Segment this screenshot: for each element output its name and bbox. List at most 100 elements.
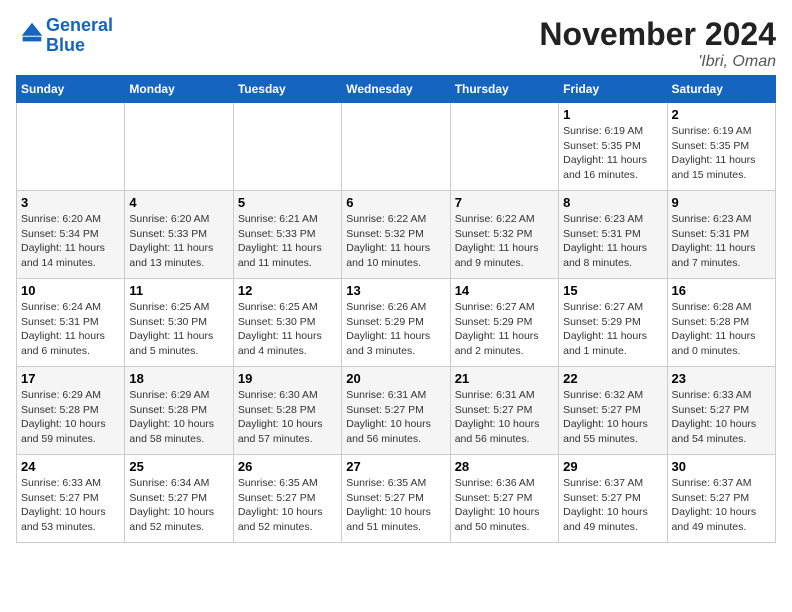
week-row-5: 24Sunrise: 6:33 AM Sunset: 5:27 PM Dayli… xyxy=(17,455,776,543)
title-area: November 2024 'Ibri, Oman xyxy=(539,16,776,71)
calendar-cell xyxy=(233,103,341,191)
day-info: Sunrise: 6:25 AM Sunset: 5:30 PM Dayligh… xyxy=(238,300,337,359)
month-title: November 2024 xyxy=(539,16,776,53)
day-info: Sunrise: 6:32 AM Sunset: 5:27 PM Dayligh… xyxy=(563,388,662,447)
day-number: 22 xyxy=(563,371,662,386)
day-number: 29 xyxy=(563,459,662,474)
day-info: Sunrise: 6:35 AM Sunset: 5:27 PM Dayligh… xyxy=(238,476,337,535)
day-number: 30 xyxy=(672,459,771,474)
day-info: Sunrise: 6:21 AM Sunset: 5:33 PM Dayligh… xyxy=(238,212,337,271)
day-number: 15 xyxy=(563,283,662,298)
day-info: Sunrise: 6:31 AM Sunset: 5:27 PM Dayligh… xyxy=(346,388,445,447)
day-number: 17 xyxy=(21,371,120,386)
day-info: Sunrise: 6:36 AM Sunset: 5:27 PM Dayligh… xyxy=(455,476,554,535)
calendar-cell xyxy=(17,103,125,191)
day-number: 9 xyxy=(672,195,771,210)
day-info: Sunrise: 6:33 AM Sunset: 5:27 PM Dayligh… xyxy=(672,388,771,447)
day-info: Sunrise: 6:37 AM Sunset: 5:27 PM Dayligh… xyxy=(563,476,662,535)
day-info: Sunrise: 6:29 AM Sunset: 5:28 PM Dayligh… xyxy=(21,388,120,447)
calendar-cell: 26 Sunrise: 6:35 AM Sunset: 5:27 PM Dayli… xyxy=(233,455,341,543)
day-info: Sunrise: 6:22 AM Sunset: 5:32 PM Dayligh… xyxy=(455,212,554,271)
day-header-sunday: Sunday xyxy=(17,76,125,103)
day-number: 27 xyxy=(346,459,445,474)
calendar-cell: 29 Sunrise: 6:37 AM Sunset: 5:27 PM Dayli… xyxy=(559,455,667,543)
calendar-cell: 13 Sunrise: 6:26 AM Sunset: 5:29 PM Dayli… xyxy=(342,279,450,367)
day-number: 7 xyxy=(455,195,554,210)
logo-line2: Blue xyxy=(46,35,85,55)
calendar-cell: 25 Sunrise: 6:34 AM Sunset: 5:27 PM Dayli… xyxy=(125,455,233,543)
calendar-cell: 22 Sunrise: 6:32 AM Sunset: 5:27 PM Dayli… xyxy=(559,367,667,455)
day-number: 21 xyxy=(455,371,554,386)
day-number: 26 xyxy=(238,459,337,474)
day-info: Sunrise: 6:19 AM Sunset: 5:35 PM Dayligh… xyxy=(563,124,662,183)
calendar-cell: 1 Sunrise: 6:19 AM Sunset: 5:35 PM Daylig… xyxy=(559,103,667,191)
calendar-cell: 17 Sunrise: 6:29 AM Sunset: 5:28 PM Dayli… xyxy=(17,367,125,455)
week-row-4: 17 Sunrise: 6:29 AM Sunset: 5:28 PM Dayli… xyxy=(17,367,776,455)
calendar-cell: 3Sunrise: 6:20 AM Sunset: 5:34 PM Daylig… xyxy=(17,191,125,279)
day-info: Sunrise: 6:24 AM Sunset: 5:31 PM Dayligh… xyxy=(21,300,120,359)
page-header: General Blue November 2024 'Ibri, Oman xyxy=(16,16,776,71)
day-number: 1 xyxy=(563,107,662,122)
calendar-cell xyxy=(450,103,558,191)
calendar-cell: 19Sunrise: 6:30 AM Sunset: 5:28 PM Dayli… xyxy=(233,367,341,455)
calendar-cell: 6 Sunrise: 6:22 AM Sunset: 5:32 PM Daylig… xyxy=(342,191,450,279)
day-info: Sunrise: 6:20 AM Sunset: 5:33 PM Dayligh… xyxy=(129,212,228,271)
day-info: Sunrise: 6:29 AM Sunset: 5:28 PM Dayligh… xyxy=(129,388,228,447)
day-info: Sunrise: 6:31 AM Sunset: 5:27 PM Dayligh… xyxy=(455,388,554,447)
calendar-cell: 27 Sunrise: 6:35 AM Sunset: 5:27 PM Dayli… xyxy=(342,455,450,543)
day-info: Sunrise: 6:34 AM Sunset: 5:27 PM Dayligh… xyxy=(129,476,228,535)
day-number: 6 xyxy=(346,195,445,210)
day-number: 14 xyxy=(455,283,554,298)
day-info: Sunrise: 6:28 AM Sunset: 5:28 PM Dayligh… xyxy=(672,300,771,359)
calendar-cell: 12Sunrise: 6:25 AM Sunset: 5:30 PM Dayli… xyxy=(233,279,341,367)
week-row-3: 10 Sunrise: 6:24 AM Sunset: 5:31 PM Dayli… xyxy=(17,279,776,367)
day-number: 2 xyxy=(672,107,771,122)
day-number: 24 xyxy=(21,459,120,474)
day-info: Sunrise: 6:27 AM Sunset: 5:29 PM Dayligh… xyxy=(455,300,554,359)
day-info: Sunrise: 6:35 AM Sunset: 5:27 PM Dayligh… xyxy=(346,476,445,535)
logo-line1: General xyxy=(46,15,113,35)
week-row-2: 3Sunrise: 6:20 AM Sunset: 5:34 PM Daylig… xyxy=(17,191,776,279)
day-info: Sunrise: 6:25 AM Sunset: 5:30 PM Dayligh… xyxy=(129,300,228,359)
day-info: Sunrise: 6:19 AM Sunset: 5:35 PM Dayligh… xyxy=(672,124,771,183)
day-info: Sunrise: 6:22 AM Sunset: 5:32 PM Dayligh… xyxy=(346,212,445,271)
day-number: 20 xyxy=(346,371,445,386)
calendar-cell xyxy=(342,103,450,191)
day-info: Sunrise: 6:23 AM Sunset: 5:31 PM Dayligh… xyxy=(672,212,771,271)
calendar-cell: 10 Sunrise: 6:24 AM Sunset: 5:31 PM Dayli… xyxy=(17,279,125,367)
calendar-cell xyxy=(125,103,233,191)
calendar-cell: 15 Sunrise: 6:27 AM Sunset: 5:29 PM Dayli… xyxy=(559,279,667,367)
calendar-cell: 2 Sunrise: 6:19 AM Sunset: 5:35 PM Daylig… xyxy=(667,103,775,191)
calendar-cell: 18Sunrise: 6:29 AM Sunset: 5:28 PM Dayli… xyxy=(125,367,233,455)
day-header-wednesday: Wednesday xyxy=(342,76,450,103)
day-number: 8 xyxy=(563,195,662,210)
calendar-cell: 30 Sunrise: 6:37 AM Sunset: 5:27 PM Dayli… xyxy=(667,455,775,543)
calendar-cell: 20 Sunrise: 6:31 AM Sunset: 5:27 PM Dayli… xyxy=(342,367,450,455)
day-header-thursday: Thursday xyxy=(450,76,558,103)
logo-text: General Blue xyxy=(46,16,113,56)
day-info: Sunrise: 6:23 AM Sunset: 5:31 PM Dayligh… xyxy=(563,212,662,271)
day-number: 16 xyxy=(672,283,771,298)
day-number: 25 xyxy=(129,459,228,474)
day-info: Sunrise: 6:20 AM Sunset: 5:34 PM Dayligh… xyxy=(21,212,120,271)
day-number: 4 xyxy=(129,195,228,210)
logo-icon xyxy=(18,19,46,47)
day-number: 10 xyxy=(21,283,120,298)
day-header-saturday: Saturday xyxy=(667,76,775,103)
calendar-cell: 16 Sunrise: 6:28 AM Sunset: 5:28 PM Dayli… xyxy=(667,279,775,367)
day-info: Sunrise: 6:27 AM Sunset: 5:29 PM Dayligh… xyxy=(563,300,662,359)
calendar-cell: 23Sunrise: 6:33 AM Sunset: 5:27 PM Dayli… xyxy=(667,367,775,455)
location: 'Ibri, Oman xyxy=(539,53,776,71)
day-number: 13 xyxy=(346,283,445,298)
day-number: 19 xyxy=(238,371,337,386)
day-info: Sunrise: 6:37 AM Sunset: 5:27 PM Dayligh… xyxy=(672,476,771,535)
day-info: Sunrise: 6:26 AM Sunset: 5:29 PM Dayligh… xyxy=(346,300,445,359)
week-row-1: 1 Sunrise: 6:19 AM Sunset: 5:35 PM Daylig… xyxy=(17,103,776,191)
day-number: 28 xyxy=(455,459,554,474)
logo: General Blue xyxy=(16,16,113,56)
calendar-table: SundayMondayTuesdayWednesdayThursdayFrid… xyxy=(16,75,776,543)
calendar-cell: 7 Sunrise: 6:22 AM Sunset: 5:32 PM Daylig… xyxy=(450,191,558,279)
day-header-monday: Monday xyxy=(125,76,233,103)
calendar-cell: 4 Sunrise: 6:20 AM Sunset: 5:33 PM Daylig… xyxy=(125,191,233,279)
calendar-cell: 28 Sunrise: 6:36 AM Sunset: 5:27 PM Dayli… xyxy=(450,455,558,543)
